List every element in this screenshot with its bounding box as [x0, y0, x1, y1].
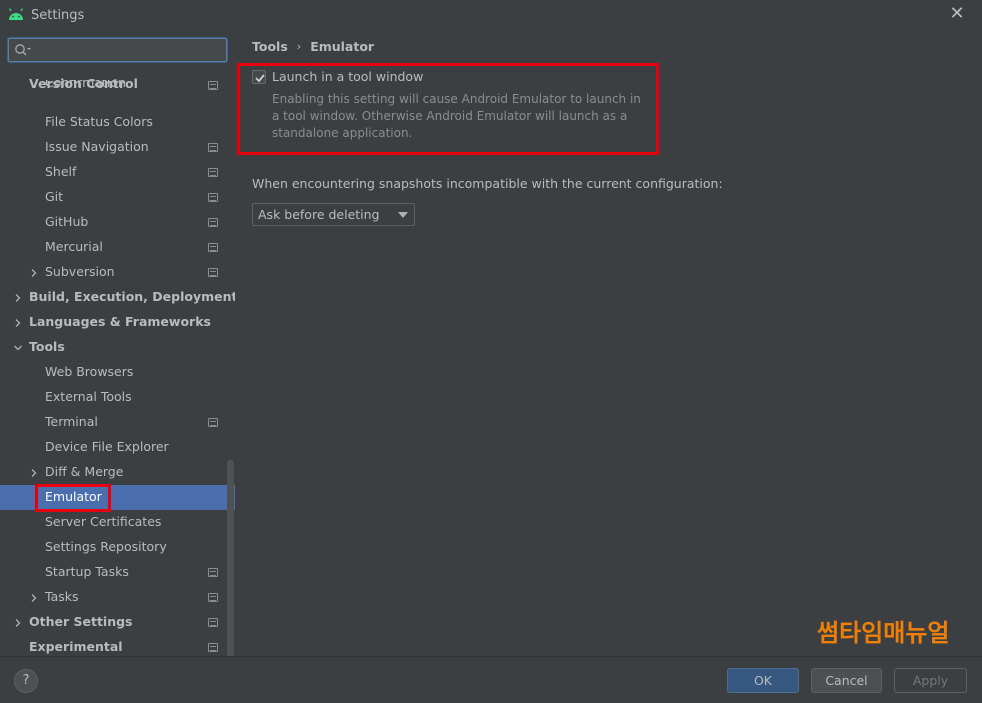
tree-item-file-status-colors[interactable]: File Status Colors — [0, 110, 235, 135]
tree-item-diff-merge[interactable]: Diff & Merge — [0, 460, 235, 485]
title-bar: Settings ✕ — [0, 0, 982, 30]
chevron-right-icon[interactable] — [29, 468, 39, 478]
tree-item-tasks[interactable]: Tasks — [0, 585, 235, 610]
tree-item-label: GitHub — [45, 214, 89, 229]
tree-item-label: Server Certificates — [45, 514, 162, 529]
breadcrumb-separator: › — [296, 39, 302, 53]
project-settings-icon — [208, 593, 218, 602]
tree-item-issue-navigation[interactable]: Issue Navigation — [0, 135, 235, 160]
project-settings-icon — [208, 218, 218, 227]
tree-item-shelf[interactable]: Shelf — [0, 160, 235, 185]
project-settings-icon — [208, 143, 218, 152]
apply-button[interactable]: Apply — [894, 668, 967, 693]
help-button[interactable]: ? — [14, 669, 38, 693]
tree-item-label: Confirmation — [45, 80, 126, 90]
launch-tool-window-help: Enabling this setting will cause Android… — [272, 92, 641, 140]
tree-item-device-file-explorer[interactable]: Device File Explorer — [0, 435, 235, 460]
project-settings-icon — [208, 81, 218, 90]
chevron-right-icon[interactable] — [13, 618, 23, 628]
tree-item-label: Other Settings — [29, 614, 133, 629]
chevron-right-icon[interactable] — [13, 293, 23, 303]
android-icon — [8, 8, 24, 20]
search-input[interactable] — [35, 41, 220, 59]
chevron-right-icon[interactable] — [29, 593, 39, 603]
project-settings-icon — [208, 618, 218, 627]
tree-item-startup-tasks[interactable]: Startup Tasks — [0, 560, 235, 585]
tree-item-label: Tasks — [45, 589, 79, 604]
snapshot-policy-value: Ask before deleting — [258, 207, 380, 222]
tree-item-web-browsers[interactable]: Web Browsers — [0, 360, 235, 385]
tree-item-label: Tools — [29, 339, 65, 354]
tree-item-settings-repository[interactable]: Settings Repository — [0, 535, 235, 560]
dialog-footer: ? OK Cancel Apply — [0, 656, 982, 703]
search-field[interactable] — [8, 38, 227, 62]
tree-item-other-settings[interactable]: Other Settings — [0, 610, 235, 635]
tree-item-subversion[interactable]: Subversion — [0, 260, 235, 285]
launch-tool-window-option[interactable]: Launch in a tool window — [252, 69, 423, 84]
tree-item-label: Terminal — [45, 414, 98, 429]
checkmark-icon — [255, 73, 265, 82]
tree-item-mercurial[interactable]: Mercurial — [0, 235, 235, 260]
tree-item-label: Startup Tasks — [45, 564, 129, 579]
tree-item-label: Shelf — [45, 164, 77, 179]
settings-tree: Version Control Confirmation File Status C… — [0, 74, 235, 656]
project-settings-icon — [208, 568, 218, 577]
tree-item-emulator[interactable]: Emulator — [0, 484, 235, 512]
tree-item-external-tools[interactable]: External Tools — [0, 385, 235, 410]
tree-item-tools[interactable]: Tools — [0, 335, 235, 360]
tree-item-label: Diff & Merge — [45, 464, 124, 479]
breadcrumb-parent[interactable]: Tools — [252, 39, 288, 54]
tree-item-confirmation[interactable]: Confirmation — [0, 80, 235, 92]
tree-item-label: Device File Explorer — [45, 439, 169, 454]
ok-button[interactable]: OK — [727, 668, 799, 693]
launch-tool-window-label[interactable]: Launch in a tool window — [272, 69, 423, 84]
project-settings-icon — [208, 418, 218, 427]
tree-item-build-execution-deployment[interactable]: Build, Execution, Deployment — [0, 285, 235, 310]
chevron-down-icon[interactable] — [13, 343, 23, 353]
tree-item-github[interactable]: GitHub — [0, 210, 235, 235]
tree-scrollbar[interactable] — [227, 460, 234, 686]
tree-item-label: Issue Navigation — [45, 139, 149, 154]
close-icon[interactable]: ✕ — [949, 5, 965, 23]
annotation-highlight-emulator — [35, 484, 111, 512]
tree-item-server-certificates[interactable]: Server Certificates — [0, 510, 235, 535]
breadcrumb: Tools › Emulator — [252, 38, 374, 54]
project-settings-icon — [208, 268, 218, 277]
chevron-right-icon[interactable] — [29, 268, 39, 278]
tree-item-label: Languages & Frameworks — [29, 314, 211, 329]
tree-item-label: Subversion — [45, 264, 115, 279]
project-settings-icon — [208, 193, 218, 202]
tree-item-label: Settings Repository — [45, 539, 167, 554]
tree-item-label: Build, Execution, Deployment — [29, 289, 235, 304]
tree-item-git[interactable]: Git — [0, 185, 235, 210]
window-title: Settings — [31, 7, 85, 23]
chevron-right-icon[interactable] — [13, 318, 23, 328]
tree-item-label: File Status Colors — [45, 114, 153, 129]
settings-content: Tools › Emulator Launch in a tool window… — [235, 30, 982, 656]
launch-tool-window-checkbox[interactable] — [252, 69, 266, 84]
tree-item-label: Git — [45, 189, 64, 204]
snapshot-policy-dropdown[interactable]: Ask before deleting — [252, 203, 415, 226]
project-settings-icon — [208, 243, 218, 252]
tree-item-label: Mercurial — [45, 239, 103, 254]
tree-item-label: Experimental — [29, 639, 123, 654]
snapshot-policy-label: When encountering snapshots incompatible… — [252, 176, 723, 191]
search-icon — [15, 44, 31, 56]
tree-item-label: External Tools — [45, 389, 132, 404]
chevron-down-icon — [398, 212, 408, 218]
project-settings-icon — [208, 643, 218, 652]
tree-item-label: Web Browsers — [45, 364, 134, 379]
watermark: 썸타임매뉴얼 — [817, 619, 950, 647]
settings-sidebar: Version Control Confirmation File Status C… — [0, 30, 235, 686]
tree-item-experimental[interactable]: Experimental — [0, 635, 235, 656]
project-settings-icon — [208, 168, 218, 177]
tree-item-languages-frameworks[interactable]: Languages & Frameworks — [0, 310, 235, 335]
tree-item-terminal[interactable]: Terminal — [0, 410, 235, 435]
breadcrumb-current: Emulator — [310, 38, 375, 54]
cancel-button[interactable]: Cancel — [811, 668, 882, 693]
